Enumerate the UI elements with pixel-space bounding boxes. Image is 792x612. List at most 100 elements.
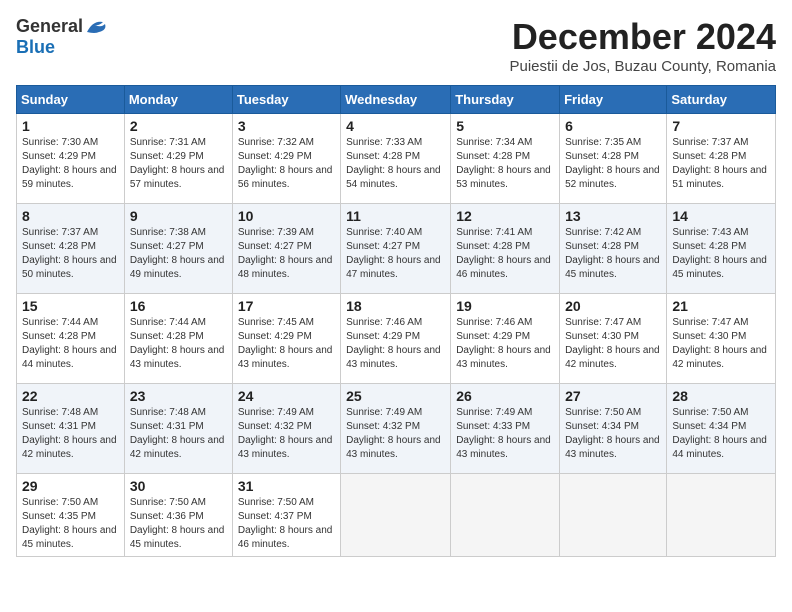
calendar-cell: 2 Sunrise: 7:31 AMSunset: 4:29 PMDaylight… <box>124 114 232 204</box>
calendar-cell <box>667 474 776 557</box>
weekday-header-tuesday: Tuesday <box>232 86 340 114</box>
day-detail: Sunrise: 7:49 AMSunset: 4:32 PMDaylight:… <box>238 406 335 462</box>
weekday-header-saturday: Saturday <box>667 86 776 114</box>
day-detail: Sunrise: 7:45 AMSunset: 4:29 PMDaylight:… <box>238 316 335 372</box>
day-detail: Sunrise: 7:41 AMSunset: 4:28 PMDaylight:… <box>456 226 554 282</box>
day-number: 26 <box>456 388 554 404</box>
calendar-week-row: 1 Sunrise: 7:30 AMSunset: 4:29 PMDaylight… <box>17 114 776 204</box>
day-number: 10 <box>238 208 335 224</box>
day-detail: Sunrise: 7:50 AMSunset: 4:36 PMDaylight:… <box>130 496 227 552</box>
logo-bird-icon <box>85 18 107 36</box>
day-detail: Sunrise: 7:39 AMSunset: 4:27 PMDaylight:… <box>238 226 335 282</box>
calendar-header-row: SundayMondayTuesdayWednesdayThursdayFrid… <box>17 86 776 114</box>
day-detail: Sunrise: 7:34 AMSunset: 4:28 PMDaylight:… <box>456 136 554 192</box>
day-detail: Sunrise: 7:42 AMSunset: 4:28 PMDaylight:… <box>565 226 661 282</box>
calendar-cell: 29Sunrise: 7:50 AMSunset: 4:35 PMDayligh… <box>17 474 125 557</box>
day-number: 29 <box>22 478 119 494</box>
month-title: December 2024 <box>509 16 776 58</box>
calendar-cell: 22 Sunrise: 7:48 AMSunset: 4:31 PMDayligh… <box>17 384 125 474</box>
day-detail: Sunrise: 7:31 AMSunset: 4:29 PMDaylight:… <box>130 136 227 192</box>
calendar-week-row: 8 Sunrise: 7:37 AMSunset: 4:28 PMDaylight… <box>17 204 776 294</box>
calendar-cell: 21Sunrise: 7:47 AMSunset: 4:30 PMDayligh… <box>667 294 776 384</box>
weekday-header-monday: Monday <box>124 86 232 114</box>
page-header: General Blue December 2024 Puiestii de J… <box>16 16 776 75</box>
day-detail: Sunrise: 7:30 AMSunset: 4:29 PMDaylight:… <box>22 136 119 192</box>
day-detail: Sunrise: 7:49 AMSunset: 4:33 PMDaylight:… <box>456 406 554 462</box>
day-number: 28 <box>672 388 770 404</box>
day-detail: Sunrise: 7:33 AMSunset: 4:28 PMDaylight:… <box>346 136 445 192</box>
day-detail: Sunrise: 7:50 AMSunset: 4:34 PMDaylight:… <box>672 406 770 462</box>
day-number: 3 <box>238 118 335 134</box>
calendar-cell: 6 Sunrise: 7:35 AMSunset: 4:28 PMDaylight… <box>560 114 667 204</box>
calendar-cell: 9Sunrise: 7:38 AMSunset: 4:27 PMDaylight… <box>124 204 232 294</box>
day-detail: Sunrise: 7:46 AMSunset: 4:29 PMDaylight:… <box>346 316 445 372</box>
calendar-cell: 26 Sunrise: 7:49 AMSunset: 4:33 PMDayligh… <box>451 384 560 474</box>
calendar-cell: 7Sunrise: 7:37 AMSunset: 4:28 PMDaylight… <box>667 114 776 204</box>
calendar-cell: 14Sunrise: 7:43 AMSunset: 4:28 PMDayligh… <box>667 204 776 294</box>
day-number: 13 <box>565 208 661 224</box>
calendar-cell <box>451 474 560 557</box>
day-detail: Sunrise: 7:37 AMSunset: 4:28 PMDaylight:… <box>672 136 770 192</box>
calendar-cell: 15 Sunrise: 7:44 AMSunset: 4:28 PMDayligh… <box>17 294 125 384</box>
day-detail: Sunrise: 7:50 AMSunset: 4:34 PMDaylight:… <box>565 406 661 462</box>
calendar-cell: 5 Sunrise: 7:34 AMSunset: 4:28 PMDaylight… <box>451 114 560 204</box>
day-number: 21 <box>672 298 770 314</box>
calendar-cell: 19Sunrise: 7:46 AMSunset: 4:29 PMDayligh… <box>451 294 560 384</box>
calendar-cell: 11Sunrise: 7:40 AMSunset: 4:27 PMDayligh… <box>341 204 451 294</box>
calendar-cell <box>341 474 451 557</box>
calendar-cell: 24Sunrise: 7:49 AMSunset: 4:32 PMDayligh… <box>232 384 340 474</box>
calendar-week-row: 29Sunrise: 7:50 AMSunset: 4:35 PMDayligh… <box>17 474 776 557</box>
calendar-cell: 1 Sunrise: 7:30 AMSunset: 4:29 PMDaylight… <box>17 114 125 204</box>
day-detail: Sunrise: 7:35 AMSunset: 4:28 PMDaylight:… <box>565 136 661 192</box>
calendar-cell: 10 Sunrise: 7:39 AMSunset: 4:27 PMDayligh… <box>232 204 340 294</box>
day-number: 17 <box>238 298 335 314</box>
calendar-cell: 20 Sunrise: 7:47 AMSunset: 4:30 PMDayligh… <box>560 294 667 384</box>
calendar-cell: 30 Sunrise: 7:50 AMSunset: 4:36 PMDayligh… <box>124 474 232 557</box>
calendar-cell: 28 Sunrise: 7:50 AMSunset: 4:34 PMDayligh… <box>667 384 776 474</box>
calendar-cell: 18 Sunrise: 7:46 AMSunset: 4:29 PMDayligh… <box>341 294 451 384</box>
day-number: 14 <box>672 208 770 224</box>
day-number: 22 <box>22 388 119 404</box>
day-number: 15 <box>22 298 119 314</box>
day-number: 8 <box>22 208 119 224</box>
day-detail: Sunrise: 7:47 AMSunset: 4:30 PMDaylight:… <box>565 316 661 372</box>
calendar-table: SundayMondayTuesdayWednesdayThursdayFrid… <box>16 85 776 557</box>
day-number: 27 <box>565 388 661 404</box>
day-detail: Sunrise: 7:38 AMSunset: 4:27 PMDaylight:… <box>130 226 227 282</box>
weekday-header-wednesday: Wednesday <box>341 86 451 114</box>
day-detail: Sunrise: 7:48 AMSunset: 4:31 PMDaylight:… <box>22 406 119 462</box>
day-number: 23 <box>130 388 227 404</box>
calendar-cell: 13 Sunrise: 7:42 AMSunset: 4:28 PMDayligh… <box>560 204 667 294</box>
logo: General Blue <box>16 16 107 58</box>
weekday-header-sunday: Sunday <box>17 86 125 114</box>
day-detail: Sunrise: 7:48 AMSunset: 4:31 PMDaylight:… <box>130 406 227 462</box>
day-number: 18 <box>346 298 445 314</box>
day-number: 31 <box>238 478 335 494</box>
day-number: 5 <box>456 118 554 134</box>
day-detail: Sunrise: 7:46 AMSunset: 4:29 PMDaylight:… <box>456 316 554 372</box>
logo-blue: Blue <box>16 37 55 58</box>
day-number: 4 <box>346 118 445 134</box>
day-number: 2 <box>130 118 227 134</box>
day-number: 20 <box>565 298 661 314</box>
day-detail: Sunrise: 7:32 AMSunset: 4:29 PMDaylight:… <box>238 136 335 192</box>
day-number: 25 <box>346 388 445 404</box>
calendar-cell: 17 Sunrise: 7:45 AMSunset: 4:29 PMDayligh… <box>232 294 340 384</box>
calendar-cell: 27 Sunrise: 7:50 AMSunset: 4:34 PMDayligh… <box>560 384 667 474</box>
day-number: 16 <box>130 298 227 314</box>
calendar-week-row: 15 Sunrise: 7:44 AMSunset: 4:28 PMDayligh… <box>17 294 776 384</box>
day-number: 1 <box>22 118 119 134</box>
calendar-cell: 23 Sunrise: 7:48 AMSunset: 4:31 PMDayligh… <box>124 384 232 474</box>
day-detail: Sunrise: 7:44 AMSunset: 4:28 PMDaylight:… <box>22 316 119 372</box>
calendar-cell: 25Sunrise: 7:49 AMSunset: 4:32 PMDayligh… <box>341 384 451 474</box>
day-detail: Sunrise: 7:37 AMSunset: 4:28 PMDaylight:… <box>22 226 119 282</box>
calendar-cell: 31 Sunrise: 7:50 AMSunset: 4:37 PMDayligh… <box>232 474 340 557</box>
weekday-header-thursday: Thursday <box>451 86 560 114</box>
calendar-cell: 16Sunrise: 7:44 AMSunset: 4:28 PMDayligh… <box>124 294 232 384</box>
day-detail: Sunrise: 7:50 AMSunset: 4:37 PMDaylight:… <box>238 496 335 552</box>
calendar-week-row: 22 Sunrise: 7:48 AMSunset: 4:31 PMDayligh… <box>17 384 776 474</box>
day-number: 11 <box>346 208 445 224</box>
calendar-cell: 8 Sunrise: 7:37 AMSunset: 4:28 PMDaylight… <box>17 204 125 294</box>
day-number: 30 <box>130 478 227 494</box>
day-number: 6 <box>565 118 661 134</box>
